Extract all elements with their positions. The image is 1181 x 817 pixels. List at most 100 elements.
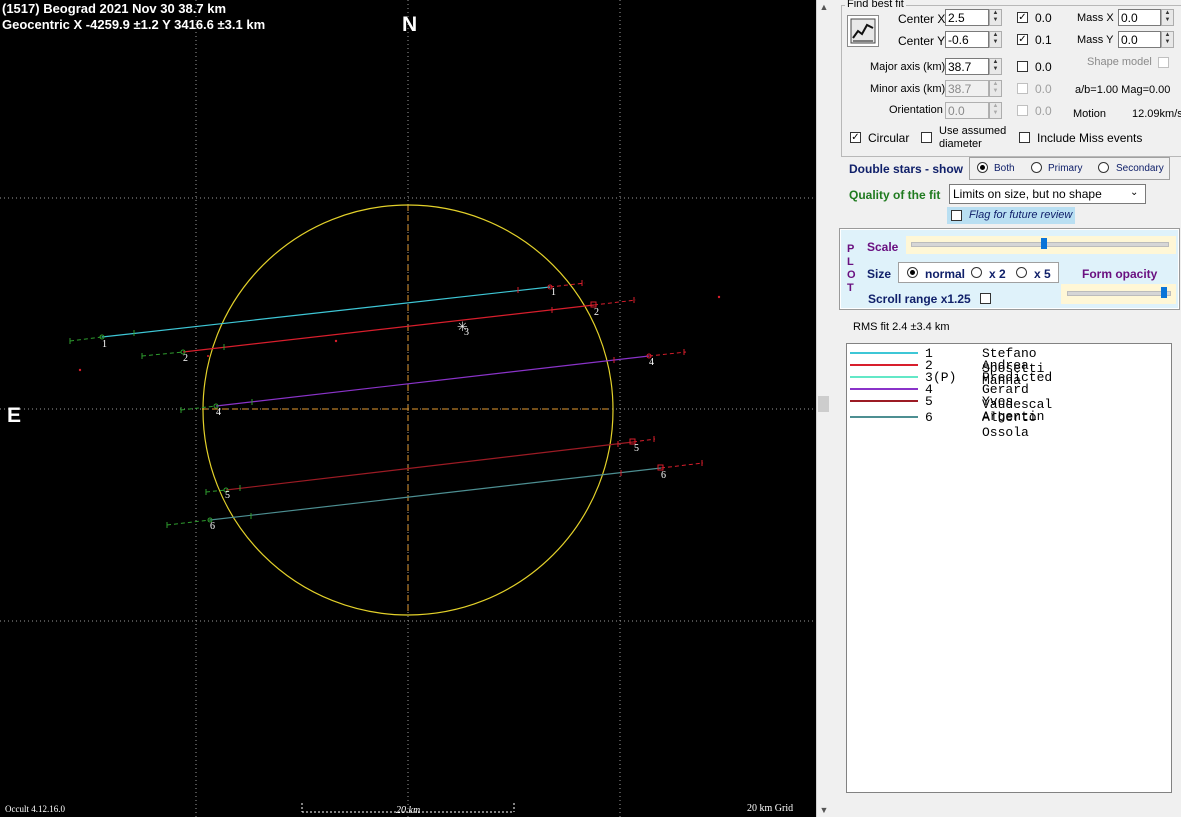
chord-4[interactable] [180,349,687,413]
chord-label: 5 [634,443,639,454]
center-x-label: Center X [898,12,946,26]
size-x5-radio[interactable] [1016,267,1027,278]
major-axis-step: 0.0 [1035,60,1052,74]
scale-slider-thumb[interactable] [1041,238,1047,249]
mass-y-input[interactable]: 0.0 [1118,31,1161,48]
shape-model-checkbox[interactable] [1158,57,1169,68]
chevron-down-icon: ⌄ [1130,187,1139,198]
chord-label: 3 [464,327,469,338]
orientation-label: Orientation [889,104,943,116]
orientation-checkbox[interactable] [1017,105,1028,116]
quality-of-fit-dropdown[interactable]: Limits on size, but no shape ⌄ [949,184,1146,204]
major-axis-input[interactable]: 38.7 [945,58,989,75]
chord-1[interactable] [69,280,586,344]
quality-of-fit-label: Quality of the fit [849,188,941,202]
plot-letter: P [847,243,855,255]
find-best-fit-label: Find best fit [845,0,906,10]
scroll-range-checkbox[interactable] [980,293,991,304]
legend-number: 6 [925,410,933,425]
size-x2-label: x 2 [989,267,1006,281]
minor-axis-step: 0.0 [1035,82,1052,96]
circular-label: Circular [868,131,910,145]
size-x2-radio[interactable] [971,267,982,278]
center-x-spinner[interactable]: ▲ ▼ [989,9,1002,26]
quality-of-fit-value: Limits on size, but no shape [953,187,1102,201]
major-axis-checkbox[interactable] [1017,61,1028,72]
motion-label: Motion [1073,108,1107,120]
orientation-input[interactable]: 0.0 [945,102,989,119]
major-axis-spinner[interactable]: ▲ ▼ [989,58,1002,75]
center-x-checkbox[interactable]: ✓ [1017,12,1028,23]
observer-legend: 1 Stefano Sposetti 2 Andrea Manna 3 (P) … [846,343,1172,793]
orientation-spinner[interactable]: ▲ ▼ [989,102,1002,119]
double-both-label: Both [994,163,1015,174]
chord-label: 4 [216,407,221,418]
minor-axis-spinner[interactable]: ▲ ▼ [989,80,1002,97]
chord-label: 1 [102,339,107,350]
grid-size-label: 20 km Grid [747,803,794,814]
chord-5[interactable] [205,436,656,495]
double-primary-radio[interactable] [1031,162,1042,173]
miss-point [334,339,338,343]
plot-area[interactable]: ✳ (1517) Beograd 2021 Nov 30 38.7 km Geo… [0,0,816,817]
plot-vertical-label: P L O T [847,243,856,295]
assumed-diameter-checkbox[interactable] [921,132,932,143]
opacity-slider[interactable] [1067,291,1171,296]
center-y-input[interactable]: -0.6 [945,31,989,48]
double-secondary-radio[interactable] [1098,162,1109,173]
minor-axis-checkbox[interactable] [1017,83,1028,94]
chord-label: 5 [225,490,230,501]
legend-observer-name: Alberto Ossola [982,410,1037,440]
plot-letter: T [847,282,854,294]
chord-label: 2 [183,353,188,364]
mass-x-input[interactable]: 0.0 [1118,9,1161,26]
scale-slider[interactable] [911,242,1169,247]
assumed-diameter-line-1: Use assumed [939,125,1007,137]
orientation-step: 0.0 [1035,104,1052,118]
version-label: Occult 4.12.16.0 [5,804,65,814]
event-title: (1517) Beograd 2021 Nov 30 38.7 km [2,1,227,16]
double-stars-label: Double stars - show [849,162,964,176]
occultation-plot: ✳ [0,0,816,817]
scroll-down-icon[interactable]: ▼ [817,803,831,817]
include-miss-checkbox[interactable] [1019,132,1030,143]
center-y-spinner[interactable]: ▲ ▼ [989,31,1002,48]
center-x-input[interactable]: 2.5 [945,9,989,26]
scroll-thumb[interactable] [818,396,829,412]
fit-chart-icon [850,18,876,44]
double-both-radio[interactable] [977,162,988,173]
center-x-step: 0.0 [1035,11,1052,25]
minor-axis-input[interactable]: 38.7 [945,80,989,97]
chord-2[interactable] [141,297,637,359]
miss-point [717,295,721,299]
rms-fit-label: RMS fit 2.4 ±3.4 km [853,321,950,333]
shape-model-label: Shape model [1087,56,1152,68]
size-label: Size [867,267,892,281]
flag-review-checkbox[interactable] [951,210,962,221]
center-y-step: 0.1 [1035,33,1052,47]
opacity-slider-thumb[interactable] [1161,287,1168,298]
plot-letter: L [847,256,854,268]
size-normal-label: normal [925,267,966,281]
size-x5-label: x 5 [1034,267,1051,281]
find-best-fit-button[interactable] [847,15,879,47]
legend-swatch [850,376,918,378]
panel-scrollbar[interactable]: ▲ ▼ [816,0,831,817]
size-normal-radio[interactable] [907,267,918,278]
chord-label: 6 [210,521,215,532]
legend-swatch [850,388,918,390]
circular-checkbox[interactable]: ✓ [850,132,861,143]
mass-x-spinner[interactable]: ▲ ▼ [1161,9,1174,26]
scroll-up-icon[interactable]: ▲ [817,0,831,14]
chord-6[interactable] [166,460,704,528]
scale-bar-label: 20 km [396,805,421,816]
double-primary-label: Primary [1048,163,1083,174]
mass-y-label: Mass Y [1077,34,1114,46]
center-y-checkbox[interactable]: ✓ [1017,34,1028,45]
mass-y-spinner[interactable]: ▲ ▼ [1161,31,1174,48]
center-y-label: Center Y [898,34,946,48]
scale-label: Scale [867,240,899,254]
ab-ratio-readout: a/b=1.00 Mag=0.00 [1075,84,1171,96]
legend-number: 5 [925,394,933,409]
legend-predicted-tag: (P) [933,370,957,385]
